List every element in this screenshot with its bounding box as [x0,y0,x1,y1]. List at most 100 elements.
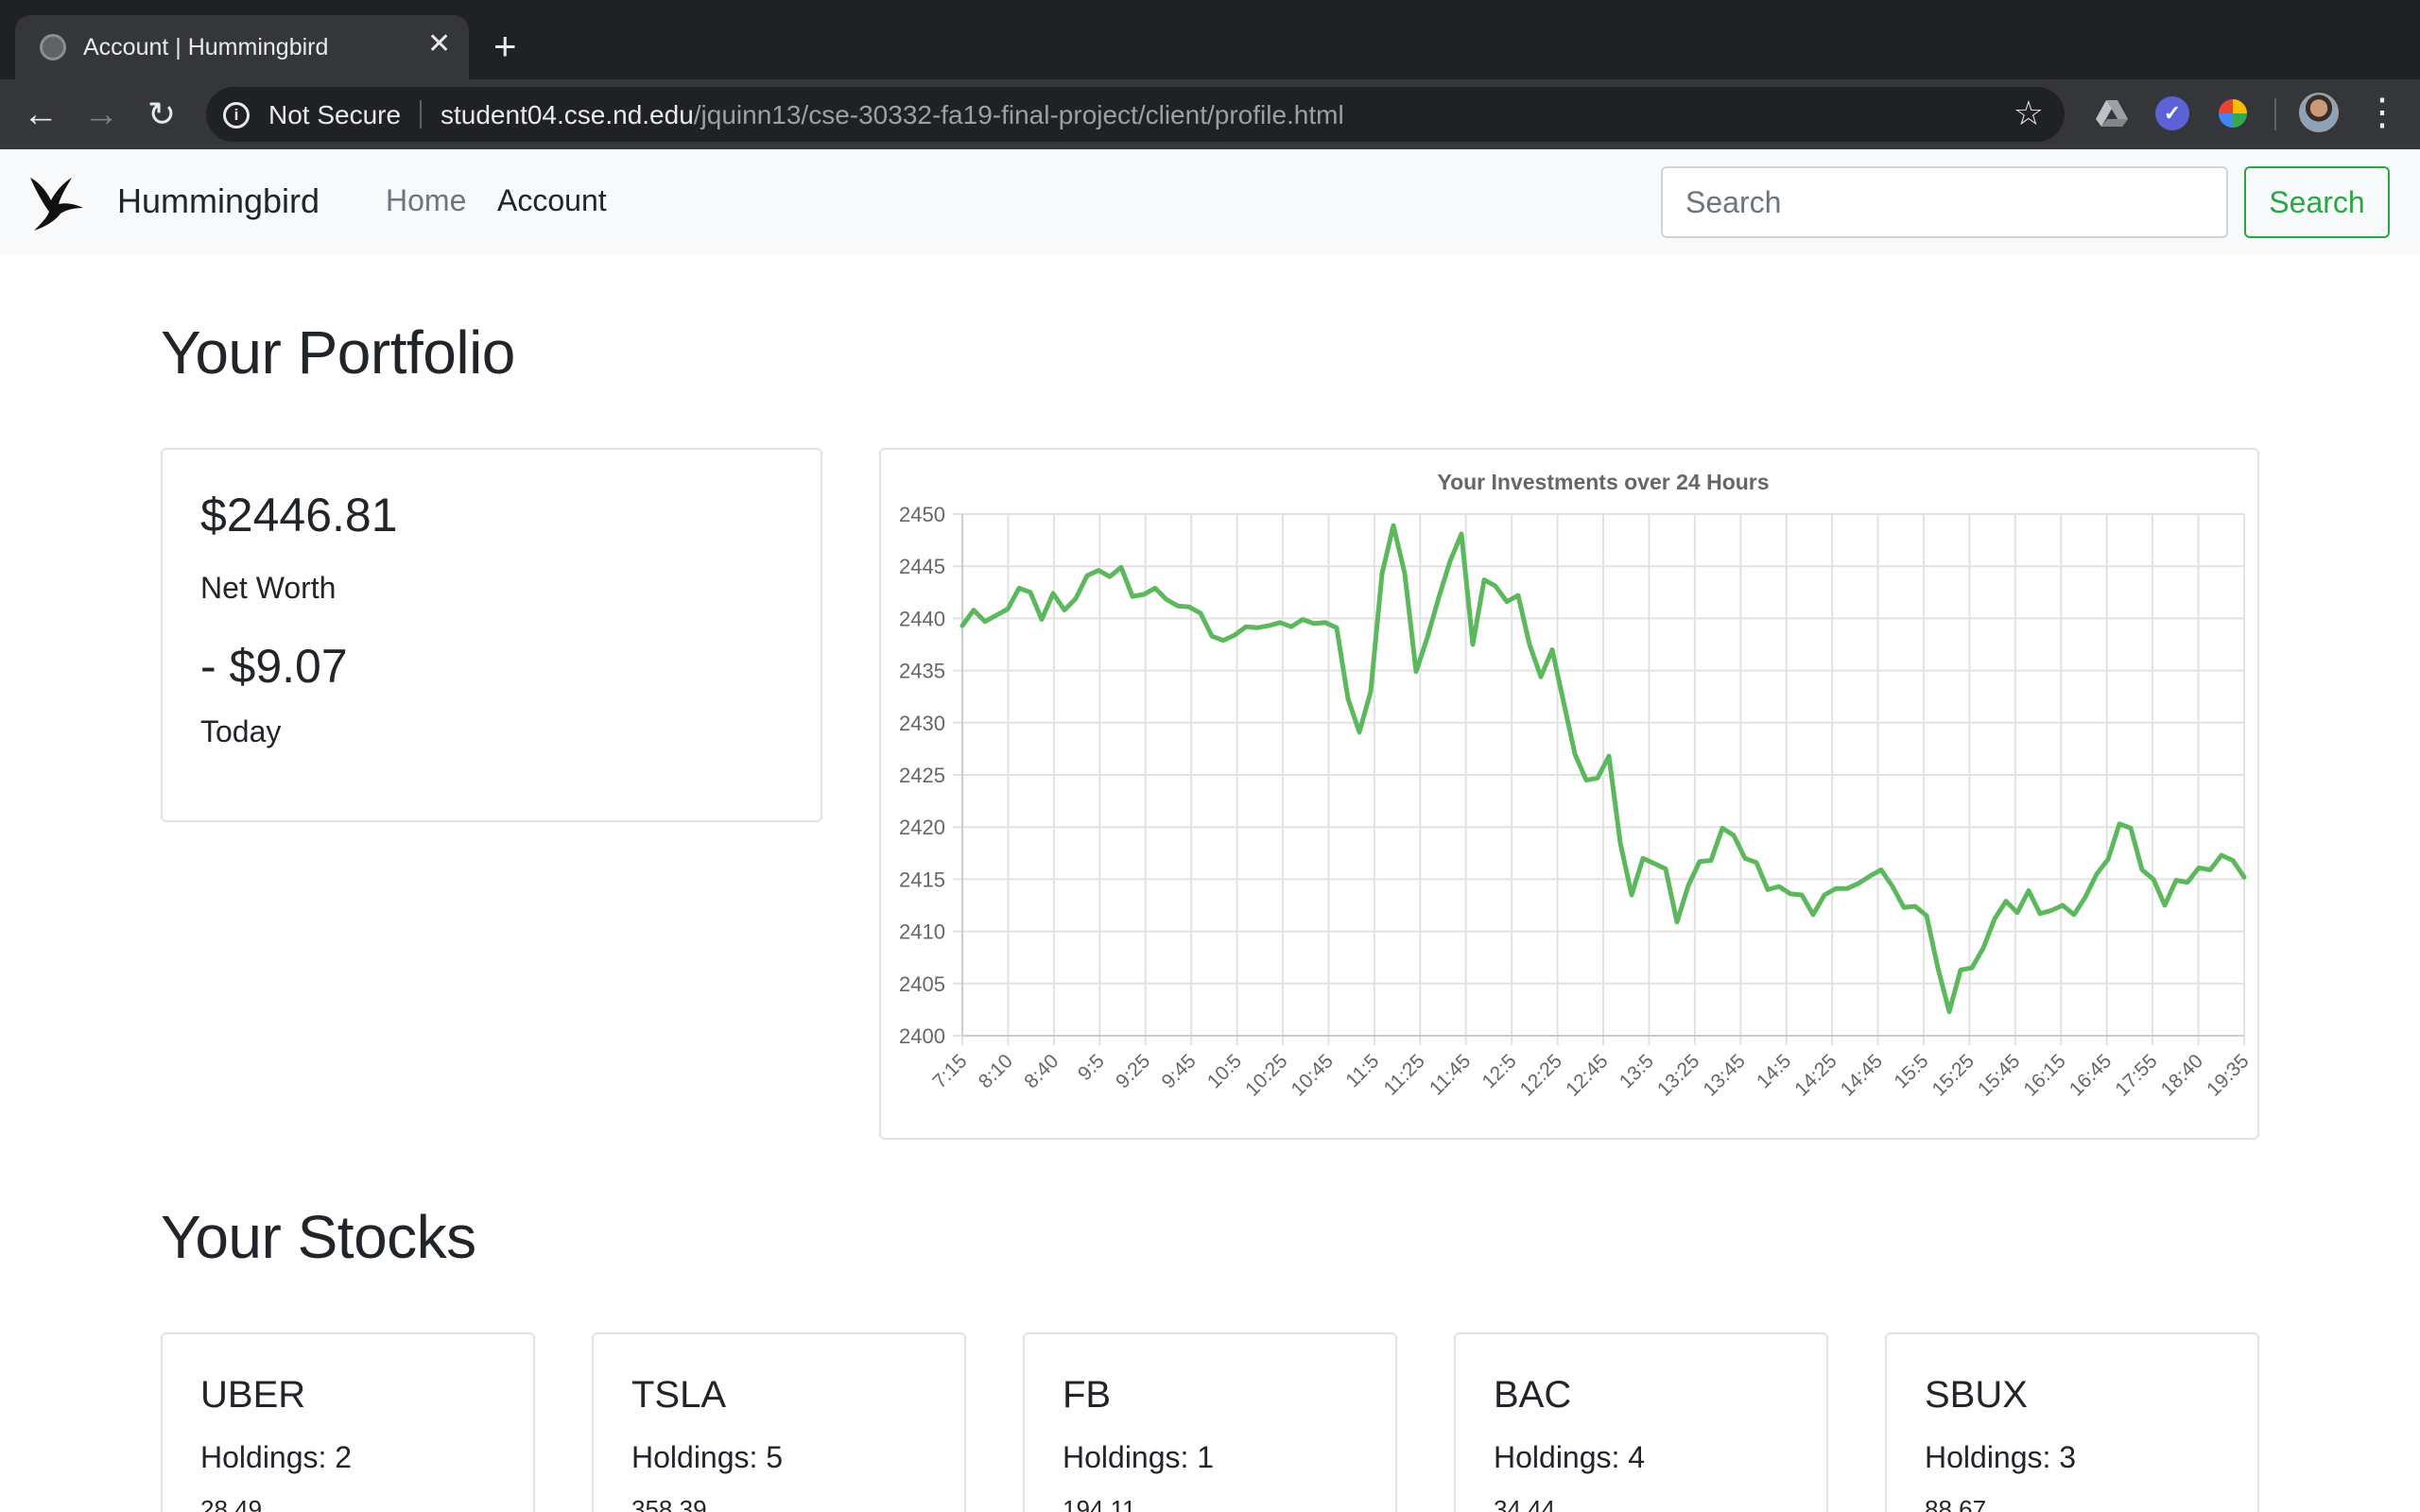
site-navbar: Hummingbird Home Account Search [0,149,2420,254]
globe-favicon-icon [40,34,66,60]
url-path: /jquinn13/cse-30332-fa19-final-project/c… [693,100,1344,129]
y-tick-label: 2440 [899,607,945,630]
x-tick-label: 17:55 [2111,1050,2161,1100]
stock-card-sbux[interactable]: SBUX Holdings: 3 88.67 [1885,1332,2259,1512]
y-tick-label: 2415 [899,868,945,891]
stock-holdings: Holdings: 1 [1063,1440,1215,1474]
back-arrow-icon[interactable]: ← [17,91,64,138]
stock-symbol: BAC [1494,1374,1572,1416]
stock-price: 34.44 [1494,1495,1556,1512]
stock-symbol: SBUX [1925,1374,2028,1416]
x-tick-label: 11:5 [1341,1050,1383,1091]
reload-icon[interactable]: ↻ [138,91,185,138]
browser-toolbar: ← → ↻ i Not Secure student04.cse.nd.edu/… [0,79,2420,149]
x-tick-label: 9:45 [1158,1050,1201,1092]
url-host: student04.cse.nd.edu [441,100,694,129]
x-tick-label: 13:25 [1653,1050,1703,1100]
hummingbird-logo-icon[interactable] [28,172,85,232]
x-tick-label: 16:45 [2066,1050,2116,1100]
kebab-menu-icon[interactable]: ⋮ [2363,89,2401,136]
y-tick-label: 2430 [899,712,945,735]
x-tick-label: 9:25 [1112,1050,1154,1092]
x-tick-label: 12:45 [1562,1050,1612,1100]
y-tick-label: 2445 [899,555,945,578]
nav-link-account[interactable]: Account [497,183,607,218]
chart-title: Your Investments over 24 Hours [1437,470,1769,494]
nav-link-home[interactable]: Home [386,183,466,218]
url-text[interactable]: student04.cse.nd.edu/jquinn13/cse-30332-… [441,100,1344,130]
y-tick-label: 2400 [899,1024,945,1048]
stock-card-bac[interactable]: BAC Holdings: 4 34.44 [1454,1332,1828,1512]
profile-avatar[interactable] [2299,93,2339,132]
forward-arrow-icon[interactable]: → [78,91,125,138]
browser-tab[interactable]: Account | Hummingbird ✕ [15,15,469,79]
x-tick-label: 19:35 [2203,1050,2253,1100]
x-tick-label: 11:45 [1426,1050,1475,1099]
toolbar-divider [2274,98,2276,130]
x-tick-label: 10:5 [1203,1050,1246,1092]
x-tick-label: 16:15 [2019,1050,2069,1100]
browser-tab-strip: Account | Hummingbird ✕ + [0,0,2420,79]
check-circle-icon[interactable]: ✓ [2155,96,2189,130]
x-tick-label: 8:40 [1020,1050,1063,1092]
x-tick-label: 9:5 [1074,1050,1109,1085]
y-tick-label: 2450 [899,503,945,526]
x-tick-label: 18:40 [2157,1050,2207,1100]
x-tick-label: 10:45 [1288,1050,1338,1100]
info-icon[interactable]: i [223,102,250,129]
x-tick-label: 14:45 [1837,1050,1887,1100]
globe-extension-icon[interactable] [2216,96,2250,130]
y-tick-label: 2405 [899,972,945,996]
close-tab-icon[interactable]: ✕ [427,30,451,59]
stock-symbol: TSLA [631,1374,727,1416]
google-drive-icon[interactable] [2095,96,2129,130]
x-tick-label: 15:45 [1974,1050,2024,1100]
stock-card-tsla[interactable]: TSLA Holdings: 5 358.39 [592,1332,966,1512]
new-tab-icon[interactable]: + [493,26,517,66]
net-worth-card: $2446.81 Net Worth - $9.07 Today [161,448,822,822]
address-divider [420,100,422,129]
search-input[interactable] [1661,166,2228,238]
x-tick-label: 11:25 [1379,1050,1428,1099]
tab-title: Account | Hummingbird [83,34,329,60]
stock-card-uber[interactable]: UBER Holdings: 2 28.49 [161,1332,535,1512]
portfolio-heading: Your Portfolio [161,318,515,387]
x-tick-label: 13:45 [1699,1050,1749,1100]
stock-price: 88.67 [1925,1495,1987,1512]
bookmark-star-icon[interactable]: ☆ [2014,94,2044,132]
stock-holdings: Holdings: 4 [1494,1440,1646,1474]
x-tick-label: 10:25 [1241,1050,1291,1100]
stock-symbol: UBER [200,1374,306,1416]
x-tick-label: 12:25 [1516,1050,1566,1100]
brand-name[interactable]: Hummingbird [117,181,320,221]
daily-change-value: - $9.07 [200,640,348,693]
security-label[interactable]: Not Secure [268,100,401,130]
x-tick-label: 8:10 [975,1050,1017,1092]
stock-price: 194.11 [1063,1495,1136,1512]
stock-holdings: Holdings: 3 [1925,1440,2077,1474]
x-tick-label: 14:5 [1753,1050,1795,1092]
search-button[interactable]: Search [2244,166,2390,238]
stock-price: 28.49 [200,1495,263,1512]
x-tick-label: 15:25 [1928,1050,1979,1100]
daily-change-label: Today [200,714,282,748]
investment-chart-card: Your Investments over 24 Hours 2400 2405 24… [879,448,2259,1140]
y-tick-label: 2420 [899,816,945,839]
investment-line-chart: Your Investments over 24 Hours 2400 2405 24… [899,470,2253,1101]
stock-card-fb[interactable]: FB Holdings: 1 194.11 [1023,1332,1397,1512]
x-tick-label: 7:15 [928,1050,971,1092]
y-tick-label: 2425 [899,764,945,787]
stock-holdings: Holdings: 5 [631,1440,784,1474]
y-tick-label: 2410 [899,920,945,944]
stock-symbol: FB [1063,1374,1112,1416]
address-bar[interactable]: i Not Secure student04.cse.nd.edu/jquinn… [206,87,2065,142]
net-worth-value: $2446.81 [200,489,398,541]
net-worth-label: Net Worth [200,571,337,605]
y-tick-label: 2435 [899,660,945,683]
x-tick-label: 13:5 [1616,1050,1658,1092]
stocks-heading: Your Stocks [161,1203,476,1271]
stock-holdings: Holdings: 2 [200,1440,353,1474]
x-tick-label: 15:5 [1890,1050,1932,1092]
stock-price: 358.39 [631,1495,707,1512]
x-tick-label: 12:5 [1478,1050,1521,1092]
